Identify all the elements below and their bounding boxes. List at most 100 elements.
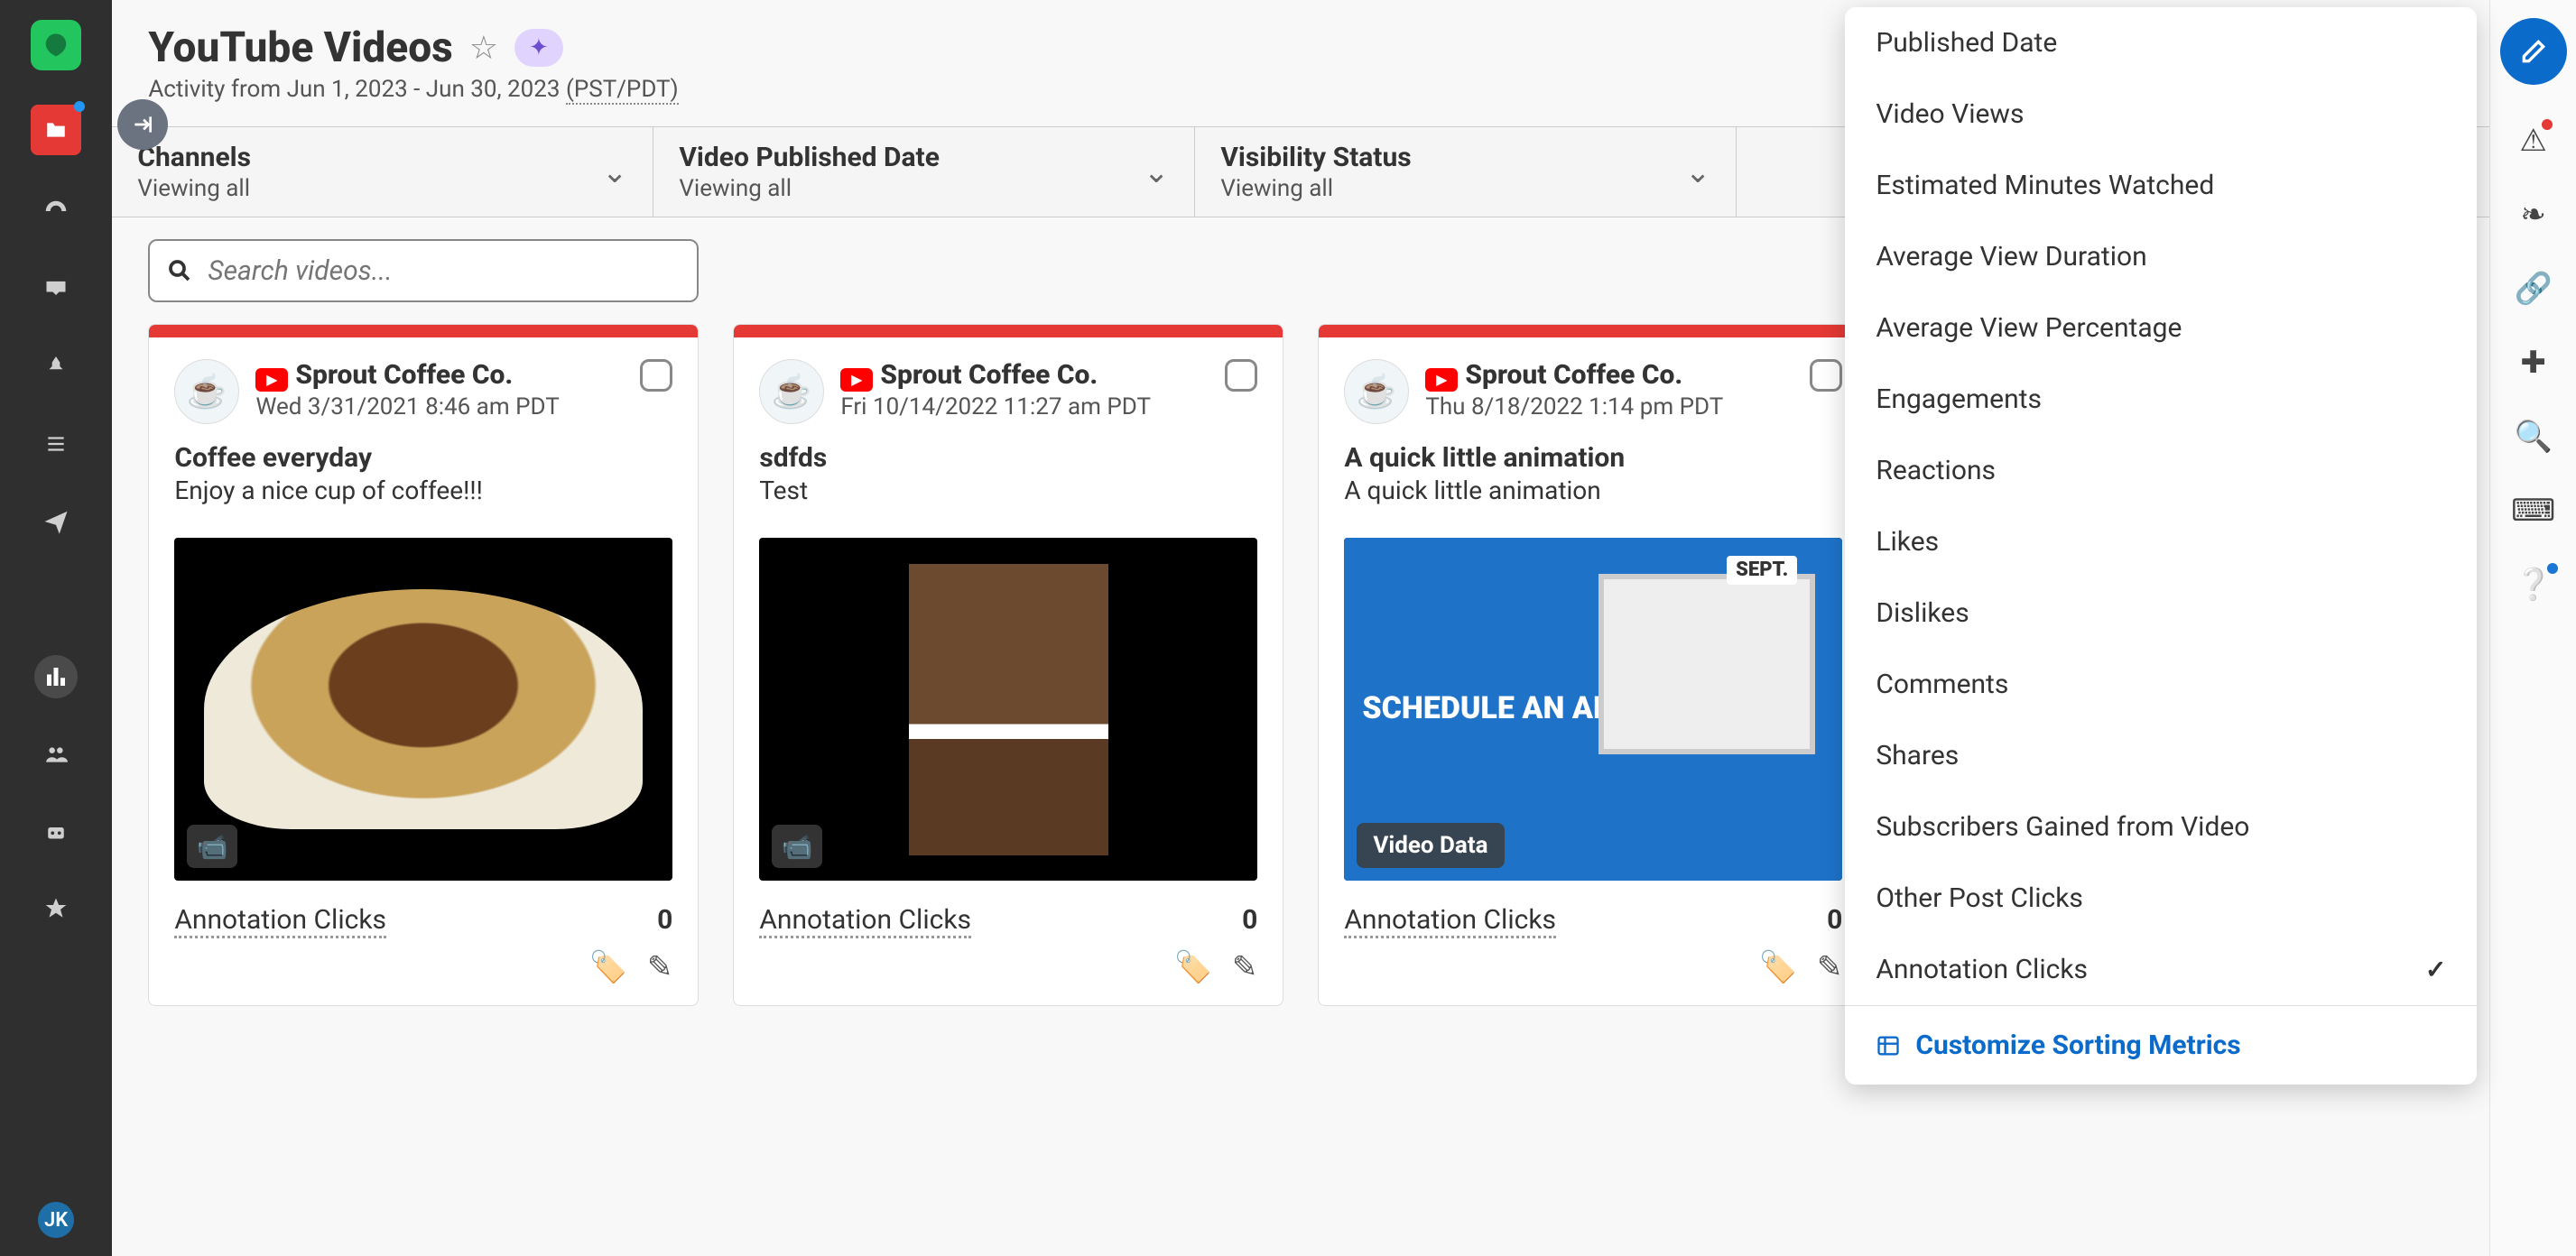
video-timestamp: Fri 10/14/2022 11:27 am PDT — [840, 393, 1151, 420]
sort-option[interactable]: Dislikes — [1845, 577, 2477, 649]
stat-value: 0 — [1827, 904, 1842, 938]
video-thumbnail[interactable]: 📹 — [174, 538, 672, 881]
video-description: Enjoy a nice cup of coffee!!! — [174, 476, 672, 505]
star-nav-icon[interactable] — [34, 888, 78, 931]
tag-icon[interactable]: 🏷️ — [588, 949, 626, 985]
sort-option[interactable]: Comments — [1845, 649, 2477, 720]
video-timestamp: Thu 8/18/2022 1:14 pm PDT — [1425, 393, 1723, 420]
video-data-overlay[interactable]: Video Data — [1357, 823, 1504, 868]
dashboard-icon[interactable] — [34, 189, 78, 233]
account-avatar: ☕ — [174, 359, 239, 424]
video-description: Test — [759, 476, 1257, 505]
reports-icon[interactable] — [34, 655, 78, 698]
filter-visibility[interactable]: Visibility Status Viewing all ⌄ — [1195, 127, 1737, 217]
sort-option[interactable]: Engagements — [1845, 364, 2477, 435]
youtube-icon: ▶ — [840, 368, 873, 392]
tag-icon[interactable]: 🏷️ — [1173, 949, 1211, 985]
sort-option[interactable]: Likes — [1845, 506, 2477, 577]
sort-option[interactable]: Shares — [1845, 720, 2477, 791]
account-name[interactable]: Sprout Coffee Co. — [1465, 359, 1682, 391]
leaf-icon[interactable]: ❧ — [2520, 197, 2546, 233]
video-title: A quick little animation — [1344, 442, 1842, 474]
sort-option[interactable]: Subscribers Gained from Video — [1845, 791, 2477, 863]
user-avatar[interactable]: JK — [38, 1202, 74, 1238]
workspace-folder[interactable] — [31, 105, 81, 155]
right-utility-rail: ⚠ ❧ 🔗 ✚ 🔍 ⌨ ❔ — [2489, 0, 2576, 1256]
youtube-icon: ▶ — [255, 368, 288, 392]
stat-label[interactable]: Annotation Clicks — [174, 904, 386, 938]
account-name[interactable]: Sprout Coffee Co. — [880, 359, 1098, 391]
stat-label[interactable]: Annotation Clicks — [759, 904, 971, 938]
chevron-down-icon: ⌄ — [1144, 154, 1170, 190]
stat-value: 0 — [657, 904, 672, 938]
account-avatar: ☕ — [759, 359, 824, 424]
card-select-checkbox[interactable] — [1810, 359, 1842, 392]
video-timestamp: Wed 3/31/2021 8:46 am PDT — [255, 393, 559, 420]
repost-icon[interactable]: ✎ — [647, 949, 673, 985]
platform-stripe — [734, 325, 1283, 337]
search-box[interactable] — [148, 239, 699, 302]
sort-option[interactable]: Published Date — [1845, 7, 2477, 78]
sort-option[interactable]: Average View Percentage — [1845, 292, 2477, 364]
stat-value: 0 — [1242, 904, 1257, 938]
card-select-checkbox[interactable] — [640, 359, 672, 392]
youtube-icon: ▶ — [1425, 368, 1458, 392]
alert-icon[interactable]: ⚠ — [2519, 123, 2546, 159]
account-name[interactable]: Sprout Coffee Co. — [295, 359, 513, 391]
video-card: ☕ ▶ Sprout Coffee Co. Fri 10/14/2022 11:2… — [733, 324, 1283, 1006]
filter-channels-sub: Viewing all — [137, 175, 251, 202]
sort-option[interactable]: Reactions — [1845, 435, 2477, 506]
expand-sidebar-button[interactable] — [117, 99, 168, 150]
filter-published-label: Video Published Date — [679, 142, 940, 173]
feed-icon[interactable] — [34, 422, 78, 466]
page-title: YouTube Videos — [148, 23, 452, 72]
sort-metric-dropdown: Published DateVideo ViewsEstimated Minut… — [1845, 7, 2477, 1085]
video-description: A quick little animation — [1344, 476, 1842, 505]
activity-subtitle: Activity from Jun 1, 2023 - Jun 30, 2023… — [148, 76, 678, 103]
search-input[interactable] — [208, 255, 681, 287]
video-thumbnail[interactable]: SCHEDULE AN APPOINTMENT SEPT. Video Data — [1344, 538, 1842, 881]
sort-option[interactable]: Average View Duration — [1845, 221, 2477, 292]
video-indicator-icon: 📹 — [772, 825, 822, 868]
pin-icon[interactable] — [34, 345, 78, 388]
account-avatar: ☕ — [1344, 359, 1409, 424]
publishing-icon[interactable] — [34, 500, 78, 543]
inbox-icon[interactable] — [34, 267, 78, 310]
search-rail-icon[interactable]: 🔍 — [2514, 419, 2552, 455]
sort-option[interactable]: Estimated Minutes Watched — [1845, 150, 2477, 221]
filter-published-date[interactable]: Video Published Date Viewing all ⌄ — [653, 127, 1195, 217]
people-icon[interactable] — [34, 733, 78, 776]
link-icon[interactable]: 🔗 — [2514, 271, 2552, 307]
filter-channels[interactable]: Channels Viewing all ⌄ — [112, 127, 653, 217]
platform-stripe — [1319, 325, 1867, 337]
notification-dot — [74, 101, 85, 112]
thumbnail-art — [909, 564, 1108, 855]
sort-option[interactable]: Other Post Clicks — [1845, 863, 2477, 934]
video-card: ☕ ▶ Sprout Coffee Co. Thu 8/18/2022 1:14 … — [1318, 324, 1868, 1006]
tag-icon[interactable]: 🏷️ — [1758, 949, 1796, 985]
chevron-down-icon: ⌄ — [602, 154, 628, 190]
ai-suggestions-pill[interactable]: ✦ — [514, 29, 563, 67]
card-select-checkbox[interactable] — [1225, 359, 1257, 392]
keyboard-icon[interactable]: ⌨ — [2511, 493, 2555, 529]
left-navigation: JK — [0, 0, 112, 1256]
stat-label[interactable]: Annotation Clicks — [1344, 904, 1556, 938]
video-thumbnail[interactable]: 📹 — [759, 538, 1257, 881]
sort-option[interactable]: Video Views — [1845, 78, 2477, 150]
customize-sorting-metrics[interactable]: Customize Sorting Metrics — [1845, 1006, 2477, 1085]
search-icon — [166, 257, 193, 284]
bot-icon[interactable] — [34, 810, 78, 854]
repost-icon[interactable]: ✎ — [1232, 949, 1258, 985]
compose-button[interactable] — [2500, 18, 2567, 85]
sort-option[interactable]: Annotation Clicks✓ — [1845, 934, 2477, 1005]
video-card: ☕ ▶ Sprout Coffee Co. Wed 3/31/2021 8:46 … — [148, 324, 699, 1006]
sprout-logo[interactable] — [31, 20, 81, 70]
filter-visibility-label: Visibility Status — [1220, 142, 1411, 173]
add-icon[interactable]: ✚ — [2520, 345, 2546, 381]
chevron-down-icon: ⌄ — [1685, 154, 1711, 190]
repost-icon[interactable]: ✎ — [1817, 949, 1843, 985]
help-icon[interactable]: ❔ — [2514, 567, 2552, 603]
main-content: YouTube Videos ☆ ✦ Activity from Jun 1, … — [112, 0, 2489, 1256]
listening-icon[interactable] — [34, 577, 78, 621]
favorite-star-icon[interactable]: ☆ — [469, 29, 498, 67]
